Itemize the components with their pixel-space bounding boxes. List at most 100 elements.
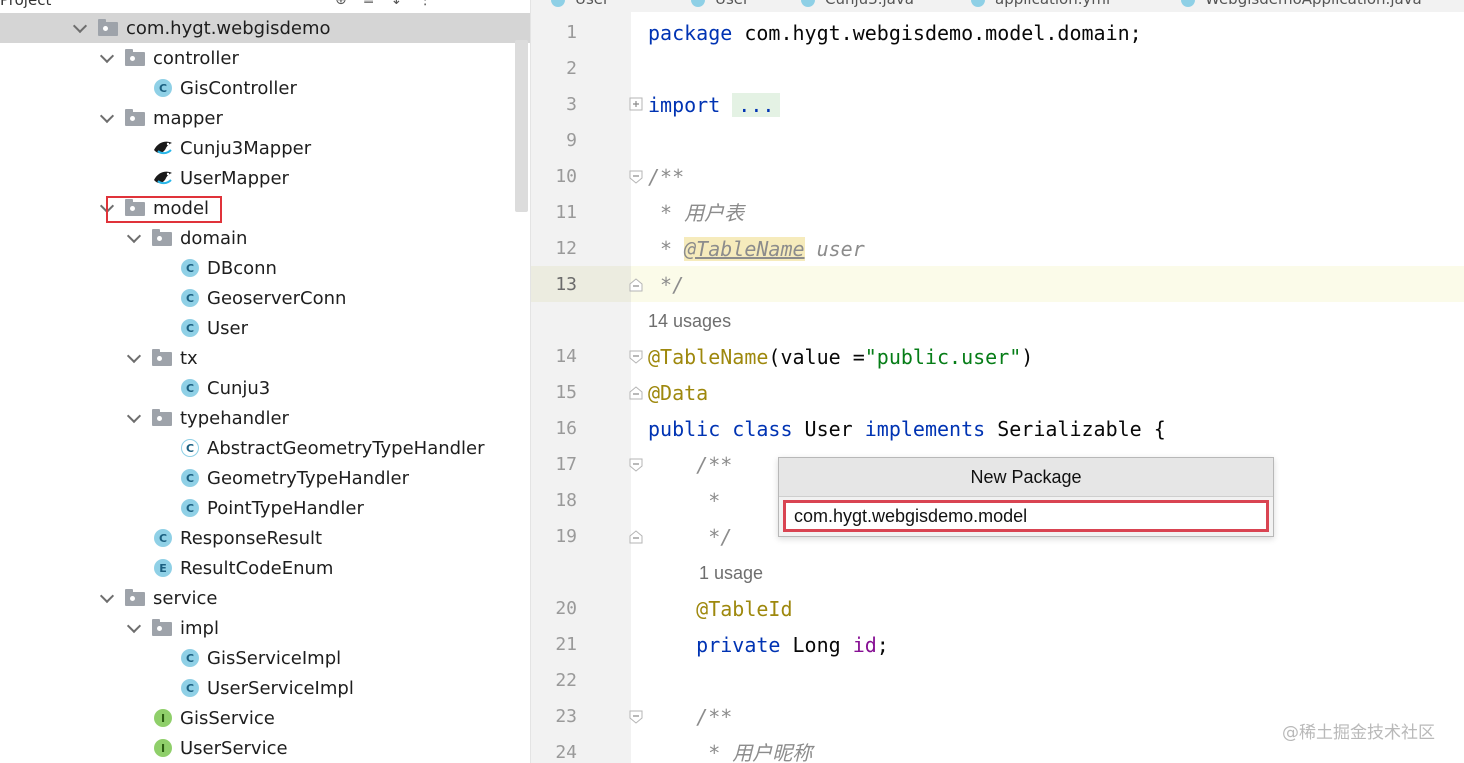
chevron-down-icon[interactable] bbox=[99, 50, 115, 66]
tree-item-gisservice[interactable]: I GisService bbox=[0, 703, 530, 733]
java-interface-icon: I bbox=[154, 739, 172, 757]
code-line-13[interactable]: */ bbox=[648, 267, 684, 303]
java-class-icon: C bbox=[181, 499, 199, 517]
fold-start-icon[interactable] bbox=[629, 170, 643, 184]
code-line-1[interactable]: package com.hygt.webgisdemo.model.domain… bbox=[648, 15, 1142, 51]
fold-end-icon[interactable] bbox=[629, 278, 643, 292]
tree-item-gisserviceimpl[interactable]: C GisServiceImpl bbox=[0, 643, 530, 673]
fold-start-icon[interactable] bbox=[629, 458, 643, 472]
code-line-14[interactable]: @TableName(value ="public.user") bbox=[648, 339, 1033, 375]
keyword: public class bbox=[648, 417, 793, 441]
chevron-down-icon[interactable] bbox=[126, 350, 142, 366]
chevron-down-icon[interactable] bbox=[99, 110, 115, 126]
chevron-down-icon[interactable] bbox=[126, 410, 142, 426]
tree-item-label: ResultCodeEnum bbox=[180, 557, 334, 579]
tree-item-tx[interactable]: tx bbox=[0, 343, 530, 373]
tree-item-usermapper[interactable]: UserMapper bbox=[0, 163, 530, 193]
tab-user-1[interactable]: User bbox=[575, 0, 609, 8]
code-line-20[interactable]: @TableId bbox=[648, 591, 792, 627]
tree-item-userservice[interactable]: I UserService bbox=[0, 733, 530, 763]
comment: * bbox=[648, 489, 721, 513]
fold-start-icon[interactable] bbox=[629, 350, 643, 364]
fold-end-icon[interactable] bbox=[629, 530, 643, 544]
comment: * 用户昵称 bbox=[648, 741, 813, 763]
code-line-3[interactable]: import ... bbox=[648, 87, 781, 123]
chevron-down-icon[interactable] bbox=[99, 590, 115, 606]
java-class-icon: C bbox=[181, 649, 199, 667]
usages-hint[interactable]: 14 usages bbox=[648, 306, 731, 336]
package-folder-icon bbox=[125, 49, 145, 66]
code-line-23[interactable]: /** bbox=[648, 699, 732, 735]
tree-item-abstractgeometrytypehandler[interactable]: C AbstractGeometryTypeHandler bbox=[0, 433, 530, 463]
tree-item-model[interactable]: model bbox=[0, 193, 530, 223]
tree-item-label: Cunju3Mapper bbox=[180, 137, 312, 159]
tree-item-giscontroller[interactable]: C GisController bbox=[0, 73, 530, 103]
tree-item-userserviceimpl[interactable]: C UserServiceImpl bbox=[0, 673, 530, 703]
tab-cunju3[interactable]: Cunju3.java bbox=[825, 0, 914, 8]
watermark: @稀土掘金技术社区 bbox=[1282, 723, 1435, 743]
field-name: id bbox=[852, 633, 877, 657]
code-line-10[interactable]: /** bbox=[648, 159, 684, 195]
package-folder-icon bbox=[152, 409, 172, 426]
line-number: 24 bbox=[555, 742, 577, 763]
folded-imports[interactable]: ... bbox=[732, 93, 781, 117]
code-text: (value = bbox=[768, 345, 865, 369]
tree-item-controller[interactable]: controller bbox=[0, 43, 530, 73]
tree-item-cunju3mapper[interactable]: Cunju3Mapper bbox=[0, 133, 530, 163]
code-line-11[interactable]: * 用户表 bbox=[648, 195, 744, 231]
code-line-12[interactable]: * @TableName user bbox=[648, 231, 865, 267]
tree-item-label: ResponseResult bbox=[180, 527, 323, 549]
fold-expand-icon[interactable] bbox=[629, 97, 643, 111]
fold-start-icon[interactable] bbox=[629, 710, 643, 724]
package-folder-icon bbox=[125, 109, 145, 126]
fold-end-icon[interactable] bbox=[629, 386, 643, 400]
package-folder-icon bbox=[152, 619, 172, 636]
tree-item-mapper[interactable]: mapper bbox=[0, 103, 530, 133]
project-panel-header: Project ⊕≡⇣⋮ bbox=[0, 0, 530, 14]
chevron-down-icon[interactable] bbox=[126, 620, 142, 636]
tree-item-geoserverconn[interactable]: C GeoserverConn bbox=[0, 283, 530, 313]
tab-user-2[interactable]: User bbox=[715, 0, 749, 8]
java-class-icon bbox=[1181, 0, 1195, 7]
tree-item-typehandler[interactable]: typehandler bbox=[0, 403, 530, 433]
tree-item-geometrytypehandler[interactable]: C GeometryTypeHandler bbox=[0, 463, 530, 493]
tree-item-resultcodeenum[interactable]: E ResultCodeEnum bbox=[0, 553, 530, 583]
tree-item-responseresult[interactable]: C ResponseResult bbox=[0, 523, 530, 553]
code-line-18[interactable]: * bbox=[648, 483, 720, 519]
usages-hint[interactable]: 1 usage bbox=[699, 558, 763, 588]
code-line-21[interactable]: private Long id; bbox=[648, 627, 889, 663]
tree-scrollbar[interactable] bbox=[515, 40, 528, 212]
code-editor[interactable]: User User Cunju3.java application.yml We… bbox=[531, 0, 1464, 763]
tree-item-dbconn[interactable]: C DBconn bbox=[0, 253, 530, 283]
line-number: 20 bbox=[555, 598, 577, 619]
tree-item-user[interactable]: C User bbox=[0, 313, 530, 343]
tab-application-yml[interactable]: application.yml bbox=[995, 0, 1110, 8]
tree-item-domain[interactable]: domain bbox=[0, 223, 530, 253]
code-line-19[interactable]: */ bbox=[648, 519, 732, 555]
package-folder-icon bbox=[152, 349, 172, 366]
tree-item-label: service bbox=[153, 587, 218, 609]
tree-item-impl[interactable]: impl bbox=[0, 613, 530, 643]
tab-webgisdemo-application[interactable]: WebgisdemoApplication.java bbox=[1205, 0, 1422, 8]
chevron-down-icon[interactable] bbox=[126, 230, 142, 246]
tree-item-service[interactable]: service bbox=[0, 583, 530, 613]
tree-item-com-hygt-webgisdemo[interactable]: com.hygt.webgisdemo bbox=[0, 13, 530, 43]
code-line-17[interactable]: /** bbox=[648, 447, 732, 483]
tree-item-pointtypehandler[interactable]: C PointTypeHandler bbox=[0, 493, 530, 523]
project-tool-window: Project ⊕≡⇣⋮ com.hygt.webgisdemo control… bbox=[0, 0, 530, 763]
tree-item-label: Cunju3 bbox=[207, 377, 271, 399]
tree-item-cunju3[interactable]: C Cunju3 bbox=[0, 373, 530, 403]
project-panel-toolbar[interactable]: ⊕≡⇣⋮ bbox=[335, 0, 448, 8]
code-text: ; bbox=[876, 633, 889, 657]
code-line-24[interactable]: * 用户昵称 bbox=[648, 735, 812, 763]
package-name-input[interactable] bbox=[783, 500, 1269, 532]
code-line-15[interactable]: @Data bbox=[648, 375, 708, 411]
new-package-dialog: New Package bbox=[778, 457, 1274, 537]
chevron-down-icon[interactable] bbox=[72, 20, 88, 36]
package-folder-icon bbox=[152, 229, 172, 246]
code-line-16[interactable]: public class User implements Serializabl… bbox=[648, 411, 1166, 447]
tree-item-label: com.hygt.webgisdemo bbox=[126, 17, 331, 39]
line-number: 16 bbox=[555, 418, 577, 439]
tree-item-label: PointTypeHandler bbox=[207, 497, 364, 519]
tree-item-label: GisController bbox=[180, 77, 297, 99]
